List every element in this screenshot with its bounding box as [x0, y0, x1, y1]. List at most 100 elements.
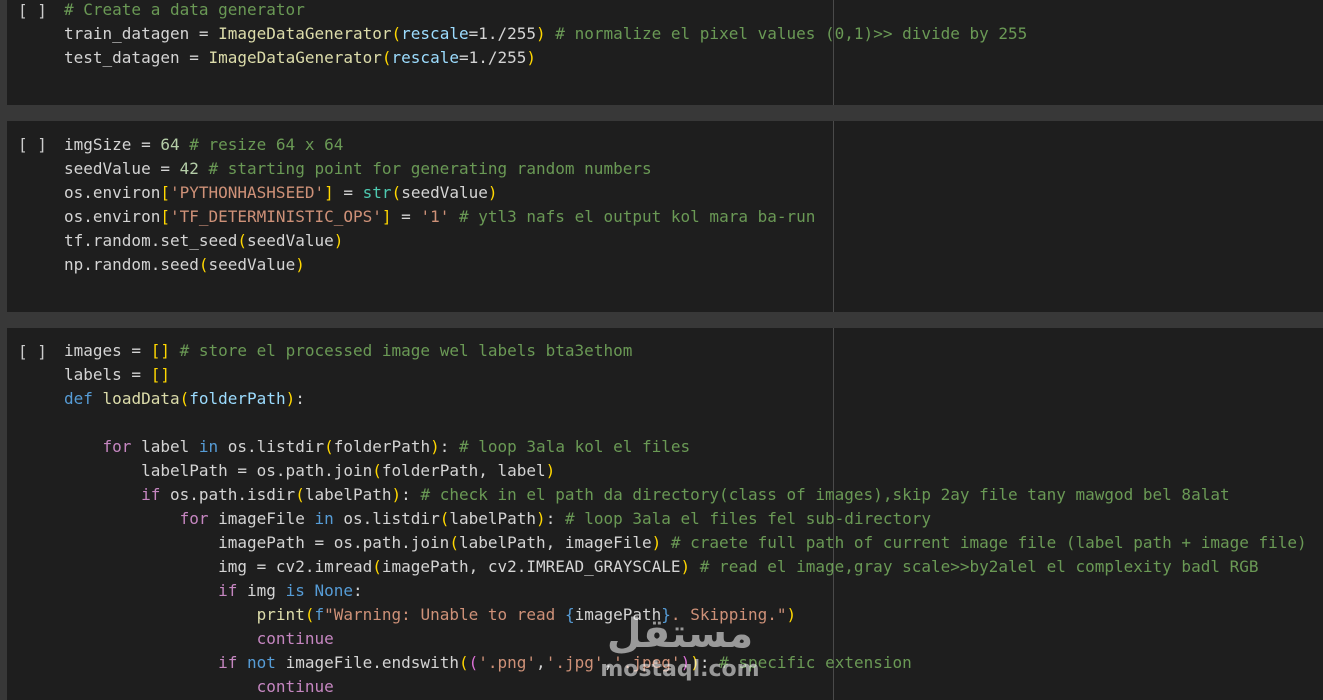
code-line[interactable]: for imageFile in os.listdir(labelPath): …	[64, 507, 1307, 531]
code-line[interactable]: np.random.seed(seedValue)	[64, 253, 815, 277]
code-token: f	[314, 605, 325, 624]
code-token: :	[545, 509, 565, 528]
code-token: print	[256, 605, 305, 624]
code-token: )	[430, 437, 440, 456]
code-line[interactable]: if img is None:	[64, 579, 1307, 603]
code-token: '.png'	[478, 653, 537, 672]
code-line[interactable]: train_datagen = ImageDataGenerator(resca…	[64, 22, 1027, 46]
code-token: folderPath, label	[381, 461, 546, 480]
code-line[interactable]: tf.random.set_seed(seedValue)	[64, 229, 815, 253]
code-token: # starting point for generating random n…	[198, 159, 652, 178]
code-token: (	[237, 231, 248, 250]
code-token: labelPath	[449, 509, 537, 528]
code-token: )	[487, 183, 498, 202]
run-cell-button[interactable]: [ ]	[18, 0, 47, 23]
run-cell-button[interactable]: [ ]	[18, 340, 47, 364]
code-token: # loop 3ala el files fel sub-directory	[564, 509, 931, 528]
code-line[interactable]: imgSize = 64 # resize 64 x 64	[64, 133, 815, 157]
code-cell-1[interactable]: [ ] # Create a data generator train_datag…	[7, 0, 1323, 105]
code-line[interactable]: print(f"Warning: Unable to read {imagePa…	[64, 603, 1307, 627]
code-line[interactable]: if not imageFile.endswith(('.png','.jpg'…	[64, 651, 1307, 675]
code-token: os.environ	[64, 207, 161, 226]
code-token: rescale	[391, 48, 459, 67]
code-token: def	[64, 389, 93, 408]
code-token: (	[372, 461, 382, 480]
code-token: 'TF_DETERMINISTIC_OPS'	[169, 207, 382, 226]
code-token: ]	[324, 183, 334, 202]
code-token: # specific extension	[719, 653, 912, 672]
code-token: os.path.isdir	[160, 485, 296, 504]
code-token: :	[401, 485, 421, 504]
code-token: tf.random.set_seed	[64, 231, 238, 250]
code-line[interactable]: labelPath = os.path.join(folderPath, lab…	[64, 459, 1307, 483]
code-token: is	[285, 581, 305, 600]
code-token: )	[680, 557, 691, 576]
code-token: img = cv2.imread	[64, 557, 373, 576]
code-token: imageFile	[208, 509, 315, 528]
code-line[interactable]: # Create a data generator	[64, 0, 1027, 22]
code-token: (	[391, 24, 402, 43]
code-line[interactable]	[64, 411, 1307, 435]
code-token: :	[699, 653, 720, 672]
code-editor[interactable]: # Create a data generator train_datagen =…	[64, 0, 1027, 70]
code-line[interactable]: def loadData(folderPath):	[64, 387, 1307, 411]
code-line[interactable]: img = cv2.imread(imagePath, cv2.IMREAD_G…	[64, 555, 1307, 579]
code-token: None	[314, 581, 353, 600]
code-token: =	[391, 207, 421, 226]
run-cell-button[interactable]: [ ]	[18, 133, 47, 157]
code-line[interactable]: for label in os.listdir(folderPath): # l…	[64, 435, 1307, 459]
code-line[interactable]: images = [] # store el processed image w…	[64, 339, 1307, 363]
code-token: continue	[256, 677, 334, 696]
line-length-ruler	[833, 121, 834, 312]
code-token: (	[381, 48, 392, 67]
code-cell-3[interactable]: [ ] images = [] # store el processed ima…	[7, 328, 1323, 700]
code-token: :	[439, 437, 459, 456]
code-line[interactable]: continue	[64, 627, 1307, 651]
code-cell-2[interactable]: [ ] imgSize = 64 # resize 64 x 64 seedVal…	[7, 121, 1323, 312]
code-token: (	[324, 437, 334, 456]
code-line[interactable]: seedValue = 42 # starting point for gene…	[64, 157, 815, 181]
code-line[interactable]: continue	[64, 675, 1307, 699]
code-line[interactable]: os.environ['PYTHONHASHSEED'] = str(seedV…	[64, 181, 815, 205]
code-token: )	[786, 605, 797, 624]
code-token: (	[449, 533, 459, 552]
code-token: )	[295, 255, 305, 274]
code-token: (	[468, 653, 479, 672]
code-line[interactable]: os.environ['TF_DETERMINISTIC_OPS'] = '1'…	[64, 205, 815, 229]
code-token: in	[198, 437, 219, 456]
code-line[interactable]: if os.path.isdir(labelPath): # check in …	[64, 483, 1307, 507]
code-editor[interactable]: images = [] # store el processed image w…	[64, 339, 1307, 699]
code-token: 64	[160, 135, 180, 154]
code-token: # normalize el pixel values (0,1)>> divi…	[545, 24, 1028, 43]
code-token: rescale	[401, 24, 469, 43]
code-line[interactable]: imagePath = os.path.join(labelPath, imag…	[64, 531, 1307, 555]
code-token: '1'	[420, 207, 450, 226]
code-token: labelPath, imageFile	[458, 533, 652, 552]
code-token: =	[333, 183, 363, 202]
code-token: imgSize =	[64, 135, 161, 154]
code-token: [	[160, 183, 170, 202]
code-token: os.listdir	[333, 509, 440, 528]
code-line[interactable]: labels = []	[64, 363, 1307, 387]
code-token: ImageDataGenerator	[208, 48, 382, 67]
code-token: labelPath	[304, 485, 392, 504]
code-token: ImageDataGenerator	[218, 24, 392, 43]
code-token: if	[218, 653, 238, 672]
code-token: ,	[536, 653, 546, 672]
code-token: "Warning: Unable to read	[324, 605, 565, 624]
code-token: '.jpg'	[545, 653, 604, 672]
code-token: '.jpeg'	[613, 653, 681, 672]
code-token: :	[295, 389, 305, 408]
code-token: str	[362, 183, 392, 202]
code-token: if	[141, 485, 161, 504]
code-token: }	[661, 605, 671, 624]
code-token: os.environ	[64, 183, 161, 202]
code-line[interactable]: test_datagen = ImageDataGenerator(rescal…	[64, 46, 1027, 70]
code-token: os.listdir	[218, 437, 325, 456]
code-token: (	[179, 389, 190, 408]
code-token: seedValue	[401, 183, 488, 202]
code-editor[interactable]: imgSize = 64 # resize 64 x 64 seedValue =…	[64, 133, 815, 277]
